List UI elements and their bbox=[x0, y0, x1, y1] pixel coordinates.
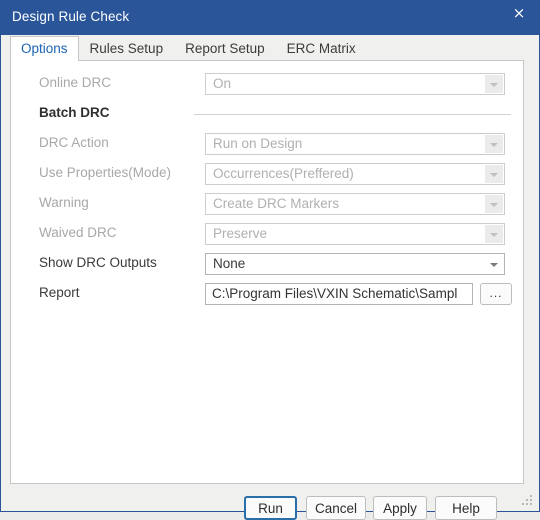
combo-warning: Create DRC Markers bbox=[205, 193, 505, 215]
close-icon[interactable]: × bbox=[508, 3, 530, 23]
form-row-warning: Warning Create DRC Markers bbox=[11, 193, 523, 215]
combo-drc-action: Run on Design bbox=[205, 133, 505, 155]
combo-use-properties-mode: Occurrences(Preffered) bbox=[205, 163, 505, 185]
options-tab-panel: Online DRC On Batch DRC DRC Action Run on De… bbox=[10, 60, 524, 484]
combo-waived-drc: Preserve bbox=[205, 223, 505, 245]
label-batch-drc: Batch DRC bbox=[39, 105, 110, 120]
browse-button[interactable]: ... bbox=[480, 283, 512, 305]
run-button[interactable]: Run bbox=[244, 496, 297, 520]
combo-value-waived-drc: Preserve bbox=[213, 226, 268, 241]
chevron-down-icon bbox=[485, 75, 503, 93]
form-row-report: Report C:\Program Files\VXIN Schematic\Sa… bbox=[11, 283, 523, 305]
tab-report-setup[interactable]: Report Setup bbox=[174, 36, 276, 61]
help-button[interactable]: Help bbox=[435, 496, 497, 520]
label-online-drc: Online DRC bbox=[39, 75, 112, 90]
chevron-down-icon bbox=[485, 225, 503, 243]
form-row-drc-action: DRC Action Run on Design bbox=[11, 133, 523, 155]
tab-bar: Options Rules Setup Report Setup ERC Matrix bbox=[1, 35, 539, 61]
chevron-down-icon bbox=[485, 195, 503, 213]
combo-value-use-properties-mode: Occurrences(Preffered) bbox=[213, 166, 354, 181]
label-use-properties-mode: Use Properties(Mode) bbox=[39, 165, 172, 180]
combo-value-drc-action: Run on Design bbox=[213, 136, 303, 151]
combo-value-online-drc: On bbox=[213, 76, 232, 91]
tab-options[interactable]: Options bbox=[10, 36, 79, 61]
design-rule-check-dialog: Design Rule Check × Options Rules Setup Re… bbox=[0, 0, 540, 520]
report-path-value: C:\Program Files\VXIN Schematic\Sampl bbox=[212, 286, 458, 301]
label-warning: Warning bbox=[39, 195, 89, 210]
section-divider bbox=[194, 114, 511, 115]
label-drc-action: DRC Action bbox=[39, 135, 109, 150]
chevron-down-icon[interactable] bbox=[485, 255, 503, 273]
combo-online-drc: On bbox=[205, 73, 505, 95]
label-show-drc-outputs: Show DRC Outputs bbox=[39, 255, 157, 270]
combo-value-warning: Create DRC Markers bbox=[213, 196, 340, 211]
apply-button[interactable]: Apply bbox=[373, 496, 427, 520]
chevron-down-icon bbox=[485, 165, 503, 183]
title-bar: Design Rule Check × bbox=[1, 1, 539, 35]
dialog-footer: Help Apply Cancel Run bbox=[1, 484, 539, 520]
form-row-batch-drc: Batch DRC bbox=[11, 103, 523, 125]
combo-value-show-drc-outputs: None bbox=[213, 256, 246, 271]
label-waived-drc: Waived DRC bbox=[39, 225, 117, 240]
resize-grip[interactable] bbox=[522, 495, 533, 506]
tab-erc-matrix[interactable]: ERC Matrix bbox=[276, 36, 367, 61]
combo-show-drc-outputs[interactable]: None bbox=[205, 253, 505, 275]
report-path-input[interactable]: C:\Program Files\VXIN Schematic\Sampl bbox=[205, 283, 473, 305]
form-row-online-drc: Online DRC On bbox=[11, 73, 523, 95]
label-report: Report bbox=[39, 285, 80, 300]
form-row-show-drc-outputs: Show DRC Outputs None bbox=[11, 253, 523, 275]
window-title: Design Rule Check bbox=[12, 9, 130, 24]
form-row-waived-drc: Waived DRC Preserve bbox=[11, 223, 523, 245]
cancel-button[interactable]: Cancel bbox=[306, 496, 366, 520]
form-row-use-properties-mode: Use Properties(Mode) Occurrences(Preffere… bbox=[11, 163, 523, 185]
tab-rules-setup[interactable]: Rules Setup bbox=[79, 36, 175, 61]
chevron-down-icon bbox=[485, 135, 503, 153]
